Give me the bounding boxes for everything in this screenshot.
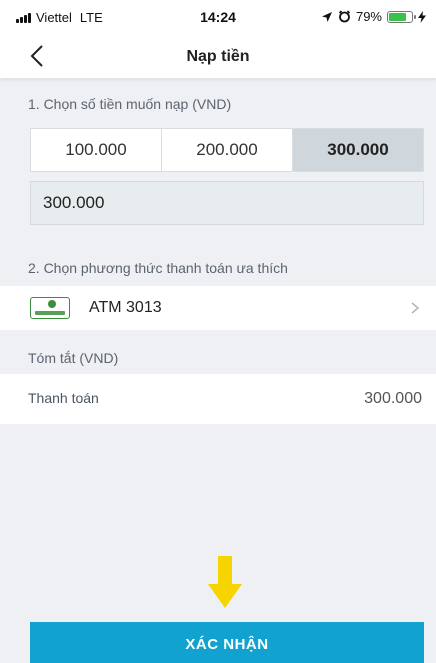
amount-option-300000[interactable]: 300.000	[293, 129, 423, 171]
page-title: Nạp tiền	[186, 48, 250, 65]
amount-options: 100.000 200.000 300.000	[30, 128, 424, 172]
amount-input[interactable]	[30, 181, 424, 225]
battery-icon	[387, 10, 416, 23]
nav-bar: Nạp tiền	[0, 34, 436, 78]
chevron-right-icon	[411, 302, 420, 314]
alarm-icon	[338, 10, 351, 23]
payment-method-row[interactable]: ATM 3013	[0, 286, 436, 330]
summary-row-label: Thanh toán	[28, 390, 99, 406]
payment-section-label: 2. Chọn phương thức thanh toán ưa thích	[28, 260, 288, 276]
confirm-button[interactable]: XÁC NHẬN	[30, 622, 424, 663]
payment-method-name: ATM 3013	[89, 299, 162, 316]
arrow-down-icon	[208, 556, 242, 608]
summary-row-value: 300.000	[364, 390, 422, 407]
battery-fill	[389, 12, 407, 21]
charging-icon	[418, 10, 426, 23]
amount-option-200000[interactable]: 200.000	[162, 129, 293, 171]
chevron-left-icon	[30, 45, 43, 67]
status-bar: Viettel LTE 14:24 79%	[0, 0, 436, 34]
amount-section-label: 1. Chọn số tiền muốn nạp (VND)	[28, 96, 232, 112]
battery-percent: 79%	[355, 9, 382, 24]
summary-row: Thanh toán 300.000	[0, 374, 436, 424]
location-arrow-icon	[321, 11, 332, 22]
summary-label: Tóm tắt (VND)	[28, 350, 119, 366]
vietcombank-logo	[30, 297, 70, 319]
status-right: 79%	[321, 9, 426, 24]
amount-option-100000[interactable]: 100.000	[31, 129, 162, 171]
back-button[interactable]	[24, 42, 52, 70]
